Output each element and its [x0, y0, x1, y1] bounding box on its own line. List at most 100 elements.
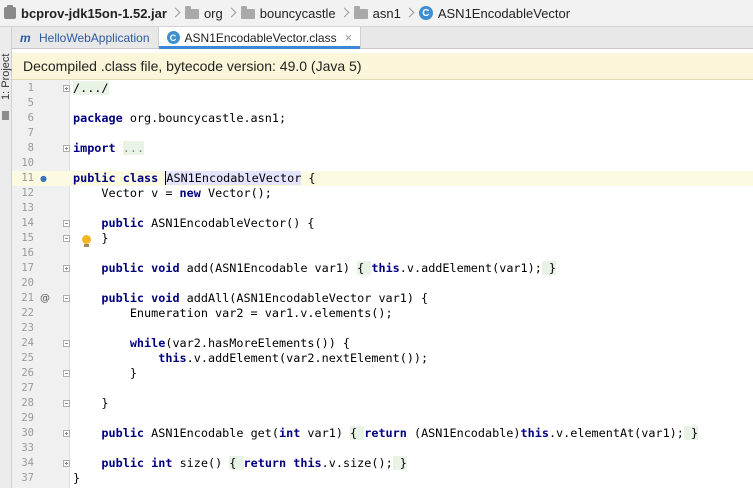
code-line[interactable]: 6 package org.bouncycastle.asn1; — [12, 111, 753, 126]
fold-collapse-icon[interactable] — [63, 235, 70, 242]
class-icon: C — [418, 6, 433, 20]
subclass-marker-icon[interactable]: ● — [40, 171, 47, 186]
code-line[interactable]: 10 — [12, 156, 753, 171]
line-number: 37 — [21, 472, 34, 484]
code-line[interactable]: 7 — [12, 126, 753, 141]
line-number: 23 — [21, 322, 34, 334]
code-line[interactable]: 23 — [12, 321, 753, 336]
line-number: 22 — [21, 307, 34, 319]
code-line[interactable]: 5 — [12, 96, 753, 111]
code-line[interactable]: 22 Enumeration var2 = var1.v.elements(); — [12, 306, 753, 321]
line-number: 20 — [21, 277, 34, 289]
tool-window-stripe: 1: Project — [0, 27, 12, 488]
code-line[interactable]: 16 — [12, 246, 753, 261]
breadcrumb-class[interactable]: C ASN1EncodableVector — [418, 0, 571, 26]
code-line[interactable]: 28 } — [12, 396, 753, 411]
breadcrumb-bouncycastle-label: bouncycastle — [259, 5, 336, 21]
code-line[interactable]: 37} — [12, 471, 753, 486]
line-number: 33 — [21, 442, 34, 454]
code-line[interactable]: 21 public void addAll(ASN1EncodableVecto… — [12, 291, 753, 306]
fold-expand-icon[interactable] — [63, 145, 70, 152]
fold-collapse-icon[interactable] — [63, 295, 70, 302]
breadcrumb-org-label: org — [203, 5, 223, 21]
breadcrumb-asn1-label: asn1 — [372, 5, 401, 21]
code-text: /.../ — [73, 81, 109, 95]
tab-label: ASN1EncodableVector.class — [184, 30, 337, 45]
line-number: 28 — [21, 397, 34, 409]
code-line[interactable]: 8 import ... — [12, 141, 753, 156]
code-line[interactable]: 27 — [12, 381, 753, 396]
maven-module-icon: m — [20, 30, 31, 45]
line-number: 6 — [27, 112, 34, 124]
structure-icon[interactable] — [2, 111, 9, 120]
code-text: while(var2.hasMoreElements()) { — [129, 336, 351, 350]
breadcrumb-org[interactable]: org — [184, 0, 223, 26]
fold-expand-icon[interactable] — [63, 265, 70, 272]
fold-expand-icon[interactable] — [63, 430, 70, 437]
code-line[interactable]: 17 public void add(ASN1Encodable var1) {… — [12, 261, 753, 276]
code-line[interactable]: 12 Vector v = new Vector(); — [12, 186, 753, 201]
code-text: public ASN1EncodableVector() { — [101, 216, 315, 230]
chevron-right-icon — [228, 6, 236, 20]
jar-icon — [4, 5, 16, 19]
chevron-right-icon — [172, 6, 180, 20]
line-number: 7 — [27, 127, 34, 139]
at-usage-icon[interactable]: @ — [40, 291, 50, 306]
fold-collapse-icon[interactable] — [63, 220, 70, 227]
class-icon: C — [166, 31, 180, 44]
editor-tabs: m HelloWebApplication C ASN1EncodableVec… — [12, 27, 753, 49]
line-number: 26 — [21, 367, 34, 379]
package-folder-icon — [184, 6, 199, 19]
code-text: public int size() { return this.v.size()… — [101, 456, 407, 470]
code-text: package org.bouncycastle.asn1; — [73, 111, 287, 125]
chevron-right-icon — [406, 6, 414, 20]
fold-expand-icon[interactable] — [63, 85, 70, 92]
code-line[interactable]: 25 this.v.addElement(var2.nextElement())… — [12, 351, 753, 366]
breadcrumb-jar[interactable]: bcprov-jdk15on-1.52.jar — [4, 0, 167, 26]
line-number: 24 — [21, 337, 34, 349]
code-line[interactable]: 30 public ASN1Encodable get(int var1) { … — [12, 426, 753, 441]
navigation-bar: bcprov-jdk15on-1.52.jar org bouncycastle… — [0, 0, 753, 27]
fold-expand-icon[interactable] — [63, 460, 70, 467]
line-number: 34 — [21, 457, 34, 469]
code-text: public class ASN1EncodableVector { — [73, 171, 316, 185]
code-line[interactable]: 24 while(var2.hasMoreElements()) { — [12, 336, 753, 351]
code-line[interactable]: 20 — [12, 276, 753, 291]
breadcrumb-jar-label: bcprov-jdk15on-1.52.jar — [21, 5, 167, 21]
decompiled-notice-banner: Decompiled .class file, bytecode version… — [12, 53, 753, 80]
line-number: 10 — [21, 157, 34, 169]
line-number: 16 — [21, 247, 34, 259]
breadcrumb-class-label: ASN1EncodableVector — [437, 5, 571, 21]
code-text: import ... — [73, 141, 145, 155]
chevron-right-icon — [341, 6, 349, 20]
tab-hellowebapplication[interactable]: m HelloWebApplication — [12, 27, 158, 48]
code-line[interactable]: 34 public int size() { return this.v.siz… — [12, 456, 753, 471]
code-line[interactable]: 1 /.../ — [12, 81, 753, 96]
code-line[interactable]: 13 — [12, 201, 753, 216]
code-line[interactable]: 14 public ASN1EncodableVector() { — [12, 216, 753, 231]
line-number: 1 — [27, 82, 34, 94]
banner-text: Decompiled .class file, bytecode version… — [23, 58, 362, 74]
code-text: public void add(ASN1Encodable var1) { th… — [101, 261, 557, 275]
breadcrumb-bouncycastle[interactable]: bouncycastle — [240, 0, 336, 26]
code-text: Enumeration var2 = var1.v.elements(); — [73, 306, 393, 320]
code-text: } — [73, 366, 137, 380]
code-line[interactable]: 11 public class ASN1EncodableVector {● — [12, 171, 753, 186]
line-number: 13 — [21, 202, 34, 214]
code-line[interactable]: 29 — [12, 411, 753, 426]
code-line[interactable]: 33 — [12, 441, 753, 456]
tab-asn1encodablevector-class[interactable]: C ASN1EncodableVector.class × — [157, 27, 362, 49]
lightbulb-icon[interactable] — [82, 235, 91, 247]
fold-collapse-icon[interactable] — [63, 400, 70, 407]
code-editor[interactable]: 1 /.../ 5 6 package org.bouncycastle.asn1; 7 8… — [12, 80, 753, 488]
code-line[interactable]: 26 } — [12, 366, 753, 381]
breadcrumb-asn1[interactable]: asn1 — [353, 0, 401, 26]
code-line[interactable]: 15 } — [12, 231, 753, 246]
fold-collapse-icon[interactable] — [63, 340, 70, 347]
close-icon[interactable]: × — [345, 31, 353, 44]
package-folder-icon — [240, 6, 255, 19]
code-text: public void addAll(ASN1EncodableVector v… — [101, 291, 429, 305]
package-folder-icon — [353, 6, 368, 19]
fold-collapse-icon[interactable] — [63, 370, 70, 377]
project-tool-window-button[interactable]: 1: Project — [0, 50, 12, 100]
